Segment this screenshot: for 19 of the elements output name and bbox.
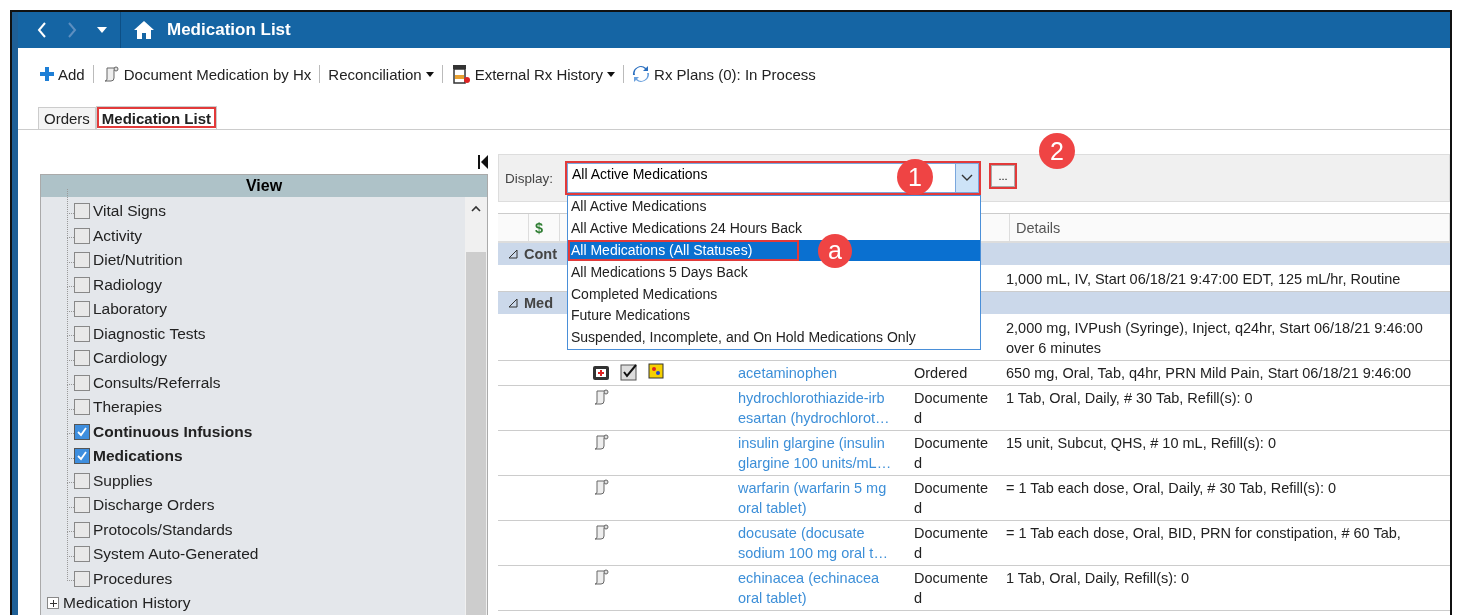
details-text: 1 Tab, Oral, Daily, # 30 Tab, Refill(s): 0 — [1006, 390, 1253, 406]
callout-marker: 2 — [1039, 133, 1075, 169]
view-header: View — [41, 175, 487, 197]
status-text: Documente d — [914, 435, 989, 471]
status-text: Documente d — [914, 570, 989, 606]
status-text: Documente d — [914, 525, 989, 561]
details-text: 1 Tab, Oral, Daily, Refill(s): 0 — [1006, 570, 1190, 586]
details-text: 650 mg, Oral, Tab, q4hr, PRN Mild Pain, Start 06/18/21 9:46:00 — [1006, 365, 1412, 381]
details-text: = 1 Tab each dose, Oral, BID, PRN for constipation, # 60 Tab, — [1006, 525, 1401, 541]
status-text: Documente d — [914, 480, 989, 516]
details-text: = 1 Tab each dose, Oral, Daily, # 30 Tab, Refill(s): 0 — [1006, 480, 1337, 496]
window-title: Medication List — [167, 20, 291, 40]
status-text: Ordered — [914, 365, 968, 381]
details-text: 2,000 mg, IVPush (Syringe), Inject, q24hr, Start 06/18/21 9:46:00 over 6 minutes — [1006, 320, 1423, 356]
details-text: 1,000 mL, IV, Start 06/18/21 9:47:00 EDT, 125 mL/hr, Routine — [1006, 271, 1401, 287]
details-text: 15 unit, Subcut, QHS, # 10 mL, Refill(s): 0 — [1006, 435, 1276, 451]
display-label: Display: — [505, 170, 554, 186]
status-text: Documente d — [914, 390, 989, 426]
callout-marker: a — [818, 233, 852, 268]
